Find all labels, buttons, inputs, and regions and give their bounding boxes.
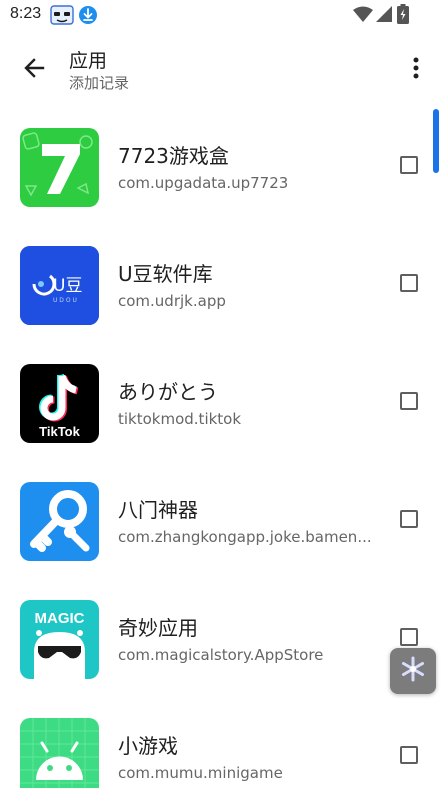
floating-assistant-button[interactable] — [390, 648, 436, 694]
magic-app-icon: MAGIC — [20, 600, 99, 679]
udou-app-icon: U豆 U D O U — [20, 246, 99, 325]
app-list-item[interactable]: MAGIC 奇妙应用 com.magicalstory.AppStore — [0, 582, 443, 700]
select-checkbox[interactable] — [400, 510, 418, 528]
app-package: com.zhangkongapp.joke.bamen... — [118, 528, 372, 546]
signal-icon — [376, 6, 392, 26]
app-list-item[interactable]: 7723游戏盒 com.upgadata.up7723 — [0, 110, 443, 228]
app-list[interactable]: 7723游戏盒 com.upgadata.up7723 U豆 U D O U U… — [0, 110, 443, 788]
app-bar: 应用 添加记录 — [0, 30, 443, 110]
page-subtitle: 添加记录 — [69, 74, 130, 92]
udou-logo-subtext: U D O U — [53, 297, 77, 304]
status-bar: 8:23 — [0, 0, 443, 30]
android-app-icon — [20, 718, 99, 788]
select-checkbox[interactable] — [400, 274, 418, 292]
app-name: 奇妙应用 — [118, 616, 198, 640]
tiktok-app-icon: TikTok — [20, 364, 99, 443]
select-checkbox[interactable] — [400, 156, 418, 174]
app-name: U豆软件库 — [118, 262, 213, 286]
scrollbar-thumb[interactable] — [433, 109, 439, 173]
snowflake-icon — [399, 655, 427, 687]
udou-logo-text: U豆 — [53, 276, 82, 296]
select-checkbox[interactable] — [400, 746, 418, 764]
app-list-item[interactable]: U豆 U D O U U豆软件库 com.udrjk.app — [0, 228, 443, 346]
page-title: 应用 — [69, 50, 108, 72]
app-name: 八门神器 — [118, 498, 198, 522]
back-button[interactable] — [14, 50, 54, 90]
select-checkbox[interactable] — [400, 628, 418, 646]
bamen-app-icon — [20, 482, 99, 561]
7723-app-icon — [20, 128, 99, 207]
wifi-icon — [353, 6, 373, 26]
select-checkbox[interactable] — [400, 392, 418, 410]
app-package: com.upgadata.up7723 — [118, 174, 289, 192]
app-package: com.udrjk.app — [118, 292, 226, 310]
status-time: 8:23 — [10, 5, 42, 22]
app-package: com.magicalstory.AppStore — [118, 646, 324, 664]
more-vert-icon — [413, 57, 419, 83]
tiktok-logo-text: TikTok — [39, 424, 80, 439]
app-name: 7723游戏盒 — [118, 144, 229, 168]
app-package: com.mumu.minigame — [118, 764, 283, 782]
download-icon — [78, 5, 98, 29]
app-list-item[interactable]: 八门神器 com.zhangkongapp.joke.bamen... — [0, 464, 443, 582]
app-name: 小游戏 — [118, 734, 178, 758]
notification-app-icon — [50, 5, 74, 29]
more-options-button[interactable] — [400, 50, 432, 90]
app-package: tiktokmod.tiktok — [118, 410, 242, 428]
app-list-item[interactable]: TikTok ありがとう tiktokmod.tiktok — [0, 346, 443, 464]
magic-logo-text: MAGIC — [35, 610, 85, 627]
app-name: ありがとう — [118, 380, 218, 404]
app-list-item[interactable]: 小游戏 com.mumu.minigame — [0, 700, 443, 788]
battery-icon — [397, 4, 409, 28]
arrow-back-icon — [23, 57, 45, 83]
